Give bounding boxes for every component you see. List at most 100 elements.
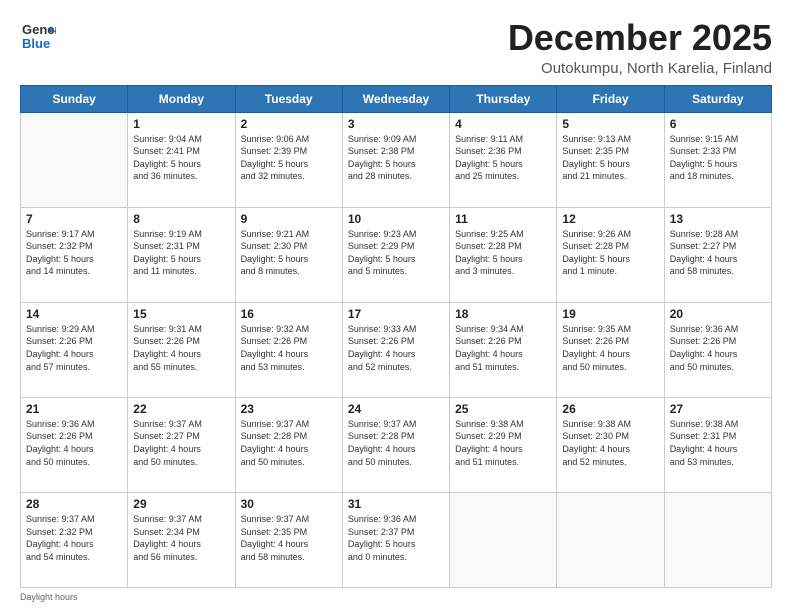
- calendar-day-cell: 16 Sunrise: 9:32 AMSunset: 2:26 PMDayligh…: [235, 302, 342, 397]
- day-number: 7: [26, 212, 122, 226]
- day-info: Sunrise: 9:26 AMSunset: 2:28 PMDaylight:…: [562, 228, 658, 278]
- day-number: 30: [241, 497, 337, 511]
- day-info: Sunrise: 9:35 AMSunset: 2:26 PMDaylight:…: [562, 323, 658, 373]
- calendar-day-header: Sunday: [21, 85, 128, 112]
- day-number: 23: [241, 402, 337, 416]
- calendar-day-cell: 26 Sunrise: 9:38 AMSunset: 2:30 PMDayligh…: [557, 397, 664, 492]
- calendar-day-cell: 2 Sunrise: 9:06 AMSunset: 2:39 PMDaylight…: [235, 112, 342, 207]
- calendar-day-cell: 3Sunrise: 9:09 AMSunset: 2:38 PMDaylight…: [342, 112, 449, 207]
- footer-note: Daylight hours: [20, 592, 772, 602]
- day-number: 16: [241, 307, 337, 321]
- calendar-day-header: Monday: [128, 85, 235, 112]
- day-number: 6: [670, 117, 766, 131]
- day-number: 12: [562, 212, 658, 226]
- calendar-day-cell: 12 Sunrise: 9:26 AMSunset: 2:28 PMDayligh…: [557, 207, 664, 302]
- svg-text:Blue: Blue: [22, 36, 50, 51]
- calendar-day-cell: [450, 492, 557, 587]
- calendar-day-cell: 13Sunrise: 9:28 AMSunset: 2:27 PMDayligh…: [664, 207, 771, 302]
- day-info: Sunrise: 9:37 AMSunset: 2:28 PMDaylight:…: [241, 418, 337, 468]
- day-info: Sunrise: 9:34 AMSunset: 2:26 PMDaylight:…: [455, 323, 551, 373]
- month-title: December 2025: [508, 18, 772, 58]
- calendar-day-cell: 24 Sunrise: 9:37 AMSunset: 2:28 PMDayligh…: [342, 397, 449, 492]
- day-number: 15: [133, 307, 229, 321]
- day-number: 31: [348, 497, 444, 511]
- calendar-day-header: Tuesday: [235, 85, 342, 112]
- day-info: Sunrise: 9:33 AMSunset: 2:26 PMDaylight:…: [348, 323, 444, 373]
- day-number: 21: [26, 402, 122, 416]
- calendar-day-cell: 19 Sunrise: 9:35 AMSunset: 2:26 PMDayligh…: [557, 302, 664, 397]
- calendar-week-row: 1Sunrise: 9:04 AMSunset: 2:41 PMDaylight…: [21, 112, 772, 207]
- calendar-day-cell: 28Sunrise: 9:37 AMSunset: 2:32 PMDayligh…: [21, 492, 128, 587]
- calendar-day-header: Thursday: [450, 85, 557, 112]
- calendar-day-cell: 20Sunrise: 9:36 AMSunset: 2:26 PMDayligh…: [664, 302, 771, 397]
- calendar-day-cell: 29Sunrise: 9:37 AMSunset: 2:34 PMDayligh…: [128, 492, 235, 587]
- calendar-header-row: SundayMondayTuesdayWednesdayThursdayFrid…: [21, 85, 772, 112]
- calendar-day-cell: 31Sunrise: 9:36 AMSunset: 2:37 PMDayligh…: [342, 492, 449, 587]
- calendar-day-cell: 25Sunrise: 9:38 AMSunset: 2:29 PMDayligh…: [450, 397, 557, 492]
- calendar-day-cell: 10 Sunrise: 9:23 AMSunset: 2:29 PMDayligh…: [342, 207, 449, 302]
- calendar-day-cell: 4 Sunrise: 9:11 AMSunset: 2:36 PMDaylight…: [450, 112, 557, 207]
- day-number: 9: [241, 212, 337, 226]
- day-number: 4: [455, 117, 551, 131]
- day-info: Sunrise: 9:15 AMSunset: 2:33 PMDaylight:…: [670, 133, 766, 183]
- day-info: Sunrise: 9:13 AMSunset: 2:35 PMDaylight:…: [562, 133, 658, 183]
- day-number: 22: [133, 402, 229, 416]
- calendar-day-cell: [664, 492, 771, 587]
- day-info: Sunrise: 9:37 AMSunset: 2:28 PMDaylight:…: [348, 418, 444, 468]
- calendar-day-cell: 6 Sunrise: 9:15 AMSunset: 2:33 PMDaylight…: [664, 112, 771, 207]
- calendar-day-cell: 7Sunrise: 9:17 AMSunset: 2:32 PMDaylight…: [21, 207, 128, 302]
- calendar-day-cell: 14 Sunrise: 9:29 AMSunset: 2:26 PMDayligh…: [21, 302, 128, 397]
- calendar-day-cell: 8 Sunrise: 9:19 AMSunset: 2:31 PMDaylight…: [128, 207, 235, 302]
- day-number: 11: [455, 212, 551, 226]
- day-info: Sunrise: 9:11 AMSunset: 2:36 PMDaylight:…: [455, 133, 551, 183]
- day-info: Sunrise: 9:04 AMSunset: 2:41 PMDaylight:…: [133, 133, 229, 183]
- calendar-day-header: Saturday: [664, 85, 771, 112]
- calendar-day-cell: 22Sunrise: 9:37 AMSunset: 2:27 PMDayligh…: [128, 397, 235, 492]
- day-number: 10: [348, 212, 444, 226]
- calendar-day-cell: 27Sunrise: 9:38 AMSunset: 2:31 PMDayligh…: [664, 397, 771, 492]
- day-number: 19: [562, 307, 658, 321]
- day-number: 27: [670, 402, 766, 416]
- calendar-week-row: 21 Sunrise: 9:36 AMSunset: 2:26 PMDayligh…: [21, 397, 772, 492]
- calendar-day-cell: 11Sunrise: 9:25 AMSunset: 2:28 PMDayligh…: [450, 207, 557, 302]
- day-number: 5: [562, 117, 658, 131]
- calendar-day-cell: 15Sunrise: 9:31 AMSunset: 2:26 PMDayligh…: [128, 302, 235, 397]
- calendar-day-cell: 23 Sunrise: 9:37 AMSunset: 2:28 PMDayligh…: [235, 397, 342, 492]
- day-number: 26: [562, 402, 658, 416]
- calendar-day-cell: [21, 112, 128, 207]
- calendar-day-header: Wednesday: [342, 85, 449, 112]
- day-number: 24: [348, 402, 444, 416]
- day-info: Sunrise: 9:29 AMSunset: 2:26 PMDaylight:…: [26, 323, 122, 373]
- calendar-week-row: 28Sunrise: 9:37 AMSunset: 2:32 PMDayligh…: [21, 492, 772, 587]
- day-info: Sunrise: 9:06 AMSunset: 2:39 PMDaylight:…: [241, 133, 337, 183]
- day-number: 2: [241, 117, 337, 131]
- day-info: Sunrise: 9:32 AMSunset: 2:26 PMDaylight:…: [241, 323, 337, 373]
- calendar-day-cell: 5 Sunrise: 9:13 AMSunset: 2:35 PMDaylight…: [557, 112, 664, 207]
- calendar-day-cell: [557, 492, 664, 587]
- logo: General Blue: [20, 18, 56, 54]
- calendar-day-cell: 18 Sunrise: 9:34 AMSunset: 2:26 PMDayligh…: [450, 302, 557, 397]
- day-info: Sunrise: 9:28 AMSunset: 2:27 PMDaylight:…: [670, 228, 766, 278]
- day-info: Sunrise: 9:38 AMSunset: 2:30 PMDaylight:…: [562, 418, 658, 468]
- day-info: Sunrise: 9:23 AMSunset: 2:29 PMDaylight:…: [348, 228, 444, 278]
- day-info: Sunrise: 9:36 AMSunset: 2:26 PMDaylight:…: [670, 323, 766, 373]
- header: General Blue December 2025 Outokumpu, No…: [20, 18, 772, 77]
- calendar-day-header: Friday: [557, 85, 664, 112]
- logo-icon: General Blue: [20, 18, 56, 54]
- day-info: Sunrise: 9:36 AMSunset: 2:26 PMDaylight:…: [26, 418, 122, 468]
- day-number: 28: [26, 497, 122, 511]
- day-number: 17: [348, 307, 444, 321]
- day-info: Sunrise: 9:38 AMSunset: 2:29 PMDaylight:…: [455, 418, 551, 468]
- day-info: Sunrise: 9:37 AMSunset: 2:34 PMDaylight:…: [133, 513, 229, 563]
- calendar-day-cell: 17 Sunrise: 9:33 AMSunset: 2:26 PMDayligh…: [342, 302, 449, 397]
- day-number: 18: [455, 307, 551, 321]
- day-info: Sunrise: 9:19 AMSunset: 2:31 PMDaylight:…: [133, 228, 229, 278]
- calendar-day-cell: 30 Sunrise: 9:37 AMSunset: 2:35 PMDayligh…: [235, 492, 342, 587]
- day-info: Sunrise: 9:09 AMSunset: 2:38 PMDaylight:…: [348, 133, 444, 183]
- location-title: Outokumpu, North Karelia, Finland: [508, 60, 772, 77]
- page: General Blue December 2025 Outokumpu, No…: [0, 0, 792, 612]
- day-number: 14: [26, 307, 122, 321]
- day-info: Sunrise: 9:37 AMSunset: 2:35 PMDaylight:…: [241, 513, 337, 563]
- title-block: December 2025 Outokumpu, North Karelia, …: [508, 18, 772, 77]
- day-number: 8: [133, 212, 229, 226]
